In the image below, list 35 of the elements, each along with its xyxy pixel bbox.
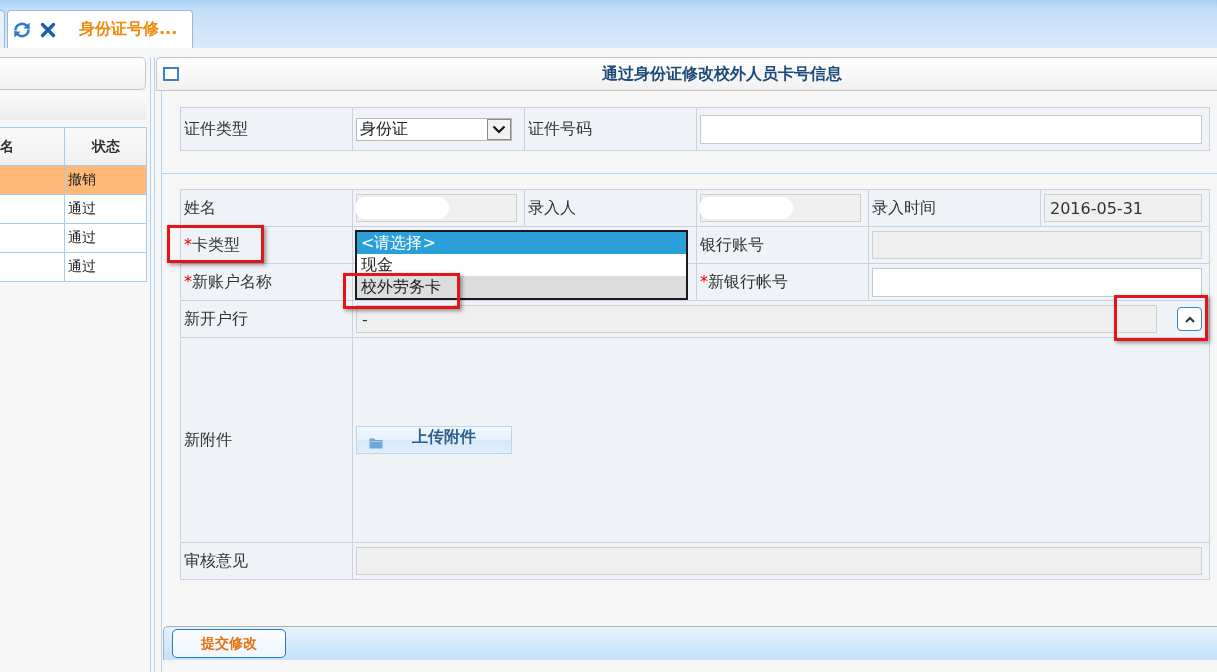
table-cell: 通过 <box>65 253 146 282</box>
table-row[interactable]: 通过 <box>0 224 146 253</box>
table-row[interactable]: 通过 <box>0 195 146 224</box>
table-row[interactable]: 通过 <box>0 253 146 282</box>
field-label: 录入时间 <box>872 198 936 218</box>
readonly-field: - <box>356 305 1157 333</box>
folder-icon <box>369 437 383 449</box>
field-label: *卡类型 <box>184 235 240 255</box>
field-label: 录入人 <box>528 198 576 218</box>
field-label: 新开户行 <box>184 309 248 329</box>
field-label: 证件类型 <box>184 119 248 139</box>
square-icon[interactable] <box>163 67 179 81</box>
table-cell: 撤销 <box>65 166 146 195</box>
dropdown-option[interactable]: 校外劳务卡 <box>357 276 686 298</box>
field-label: 姓名 <box>184 198 216 218</box>
panel-title: 通过身份证修改校外人员卡号信息 <box>601 63 843 85</box>
table-cell: 通过 <box>65 224 146 253</box>
text-field[interactable] <box>700 114 1202 144</box>
table-cell: 通过 <box>65 195 146 224</box>
chevron-down-icon[interactable] <box>487 118 511 140</box>
field-label: *新银行帐号 <box>700 272 788 292</box>
field-label: *新账户名称 <box>184 272 272 292</box>
chevron-up-icon <box>1184 315 1195 323</box>
field-label: 银行账号 <box>700 235 764 255</box>
upload-button[interactable]: 上传附件 <box>356 426 512 454</box>
text-field[interactable] <box>872 267 1202 297</box>
field-label: 审核意见 <box>184 551 248 571</box>
field-label: 新附件 <box>184 430 232 450</box>
field-label: 证件号码 <box>528 119 592 139</box>
dropdown-list[interactable]: <请选择> 现金 校外劳务卡 <box>355 230 688 300</box>
select-field[interactable]: 身份证 <box>356 117 512 141</box>
close-icon[interactable] <box>40 21 56 38</box>
table-row[interactable]: 撤销 <box>0 166 146 195</box>
readonly-field: 2016-05-31 <box>1044 194 1202 222</box>
expand-button[interactable] <box>1177 307 1202 331</box>
